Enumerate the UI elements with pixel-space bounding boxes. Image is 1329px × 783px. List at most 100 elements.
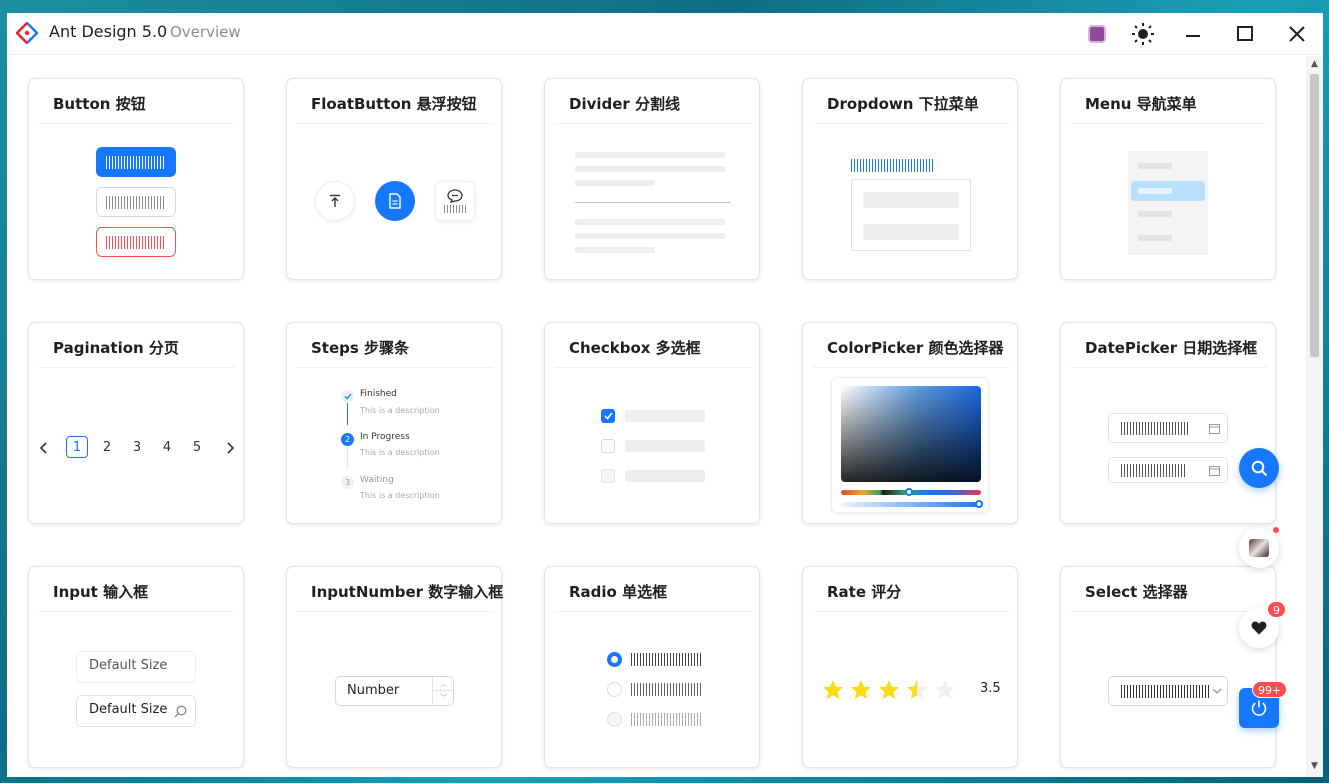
card-inputnumber[interactable]: InputNumber 数字输入框 Number ︿ ﹀ <box>286 566 503 768</box>
avatar <box>1249 539 1269 557</box>
dropdown-trigger[interactable] <box>851 159 935 172</box>
menu-item[interactable] <box>1138 235 1172 241</box>
minimize-button[interactable] <box>1180 21 1206 47</box>
dropdown-menu-item[interactable] <box>863 224 959 240</box>
radio-checked[interactable] <box>607 652 622 667</box>
pagination-page-current[interactable]: 1 <box>66 436 88 458</box>
search-icon[interactable] <box>174 705 187 718</box>
scroll-up-arrow[interactable]: ▲ <box>1310 59 1319 69</box>
pagination-page[interactable]: 3 <box>126 436 148 458</box>
theme-color-icon <box>1088 25 1106 43</box>
card-menu[interactable]: Menu 导航菜单 <box>1060 78 1276 280</box>
checkbox-label-placeholder <box>625 440 705 452</box>
select-dropdown[interactable] <box>1108 676 1228 706</box>
checkbox-checked[interactable] <box>601 409 615 423</box>
radio-label-placeholder <box>631 653 701 666</box>
card-colorpicker[interactable]: ColorPicker 颜色选择器 <box>802 322 1018 524</box>
app-window: Ant Design 5.0 Overview Button 按钮 FloatB… <box>7 13 1323 777</box>
card-title: Menu 导航菜单 <box>1085 95 1197 113</box>
card-divider <box>297 367 493 368</box>
increment-button[interactable]: ︿ <box>433 677 454 691</box>
radio-unchecked[interactable] <box>607 682 622 697</box>
chevron-left-icon[interactable] <box>39 442 49 454</box>
step-connector <box>347 445 348 469</box>
input-number[interactable]: Number ︿ ﹀ <box>335 676 454 706</box>
star-icon[interactable] <box>935 680 955 699</box>
search-input[interactable]: Default Size <box>76 695 196 727</box>
rate-stars[interactable] <box>822 679 957 701</box>
date-picker-input[interactable] <box>1108 457 1228 483</box>
card-pagination[interactable]: Pagination 分页 1 2 3 4 5 <box>28 322 244 524</box>
danger-button[interactable] <box>96 227 176 257</box>
step-finished-icon <box>341 390 354 403</box>
vertical-scrollbar[interactable]: ▲ ▼ <box>1306 56 1323 777</box>
dark-mode-toggle[interactable] <box>1130 21 1156 47</box>
pagination-page[interactable]: 4 <box>156 436 178 458</box>
pagination-page[interactable]: 5 <box>186 436 208 458</box>
date-placeholder <box>1121 422 1189 435</box>
text-placeholder <box>575 247 655 253</box>
card-datepicker[interactable]: DatePicker 日期选择框 <box>1060 322 1276 524</box>
card-title: Pagination 分页 <box>53 339 179 357</box>
star-icon[interactable] <box>823 680 843 699</box>
alpha-slider-handle[interactable] <box>975 500 983 508</box>
date-placeholder <box>1121 464 1187 477</box>
comment-float-button[interactable] <box>435 181 475 221</box>
card-input[interactable]: Input 输入框 Default Size Default Size <box>28 566 244 768</box>
card-title: FloatButton 悬浮按钮 <box>311 95 477 113</box>
decrement-button[interactable]: ﹀ <box>433 691 454 705</box>
card-steps[interactable]: Steps 步骤条 Finished This is a description… <box>286 322 502 524</box>
hue-slider-handle[interactable] <box>905 488 913 496</box>
dot-badge <box>1273 527 1279 533</box>
card-divider <box>297 123 493 124</box>
primary-button[interactable] <box>96 147 176 177</box>
divider-preview <box>545 125 761 280</box>
star-icon[interactable] <box>879 680 899 699</box>
scroll-down-arrow[interactable]: ▼ <box>1310 761 1319 771</box>
button-label-placeholder <box>106 195 166 209</box>
card-title: Divider 分割线 <box>569 95 681 113</box>
card-floatbutton[interactable]: FloatButton 悬浮按钮 <box>286 78 502 280</box>
scrollbar-thumb[interactable] <box>1310 74 1319 357</box>
color-alpha-slider[interactable] <box>841 502 981 507</box>
comment-icon <box>447 189 463 203</box>
page-subtitle: Overview <box>170 23 241 41</box>
card-select[interactable]: Select 选择器 <box>1060 566 1276 768</box>
default-button[interactable] <box>96 187 176 217</box>
star-icon[interactable] <box>851 680 871 699</box>
date-picker-input[interactable] <box>1108 413 1228 443</box>
card-title: ColorPicker 颜色选择器 <box>827 339 1004 357</box>
floatbutton-preview <box>287 125 503 280</box>
close-button[interactable] <box>1284 21 1310 47</box>
back-top-float-button[interactable] <box>315 181 355 221</box>
menu-item[interactable] <box>1138 211 1172 217</box>
dropdown-menu-item[interactable] <box>863 192 959 208</box>
card-divider <box>1071 367 1267 368</box>
checkbox-label-placeholder <box>625 410 705 422</box>
card-rate[interactable]: Rate 评分 3.5 <box>802 566 1018 768</box>
theme-color-button[interactable] <box>1084 21 1110 47</box>
dropdown-menu <box>851 179 971 251</box>
avatar-float-button[interactable] <box>1239 528 1279 568</box>
check-icon <box>603 412 613 420</box>
menu-item-selected[interactable] <box>1131 181 1205 201</box>
checkbox-unchecked[interactable] <box>601 439 615 453</box>
title-bar: Ant Design 5.0 Overview <box>7 13 1323 55</box>
menu-item[interactable] <box>1138 163 1172 169</box>
card-dropdown[interactable]: Dropdown 下拉菜单 <box>802 78 1018 280</box>
color-saturation-area[interactable] <box>841 386 981 482</box>
file-float-button[interactable] <box>375 181 415 221</box>
card-checkbox[interactable]: Checkbox 多选框 <box>544 322 760 524</box>
text-input[interactable]: Default Size <box>76 651 196 683</box>
app-title: Ant Design 5.0 <box>49 22 168 41</box>
search-float-button[interactable] <box>1239 448 1279 488</box>
pagination-page[interactable]: 2 <box>96 436 118 458</box>
card-divider-component[interactable]: Divider 分割线 <box>544 78 760 280</box>
star-icon[interactable] <box>907 680 927 699</box>
chevron-right-icon[interactable] <box>225 442 235 454</box>
card-radio[interactable]: Radio 单选框 <box>544 566 760 768</box>
button-label-placeholder <box>106 235 166 249</box>
maximize-button[interactable] <box>1232 21 1258 47</box>
card-button[interactable]: Button 按钮 <box>28 78 244 280</box>
dropdown-preview <box>803 125 1019 280</box>
